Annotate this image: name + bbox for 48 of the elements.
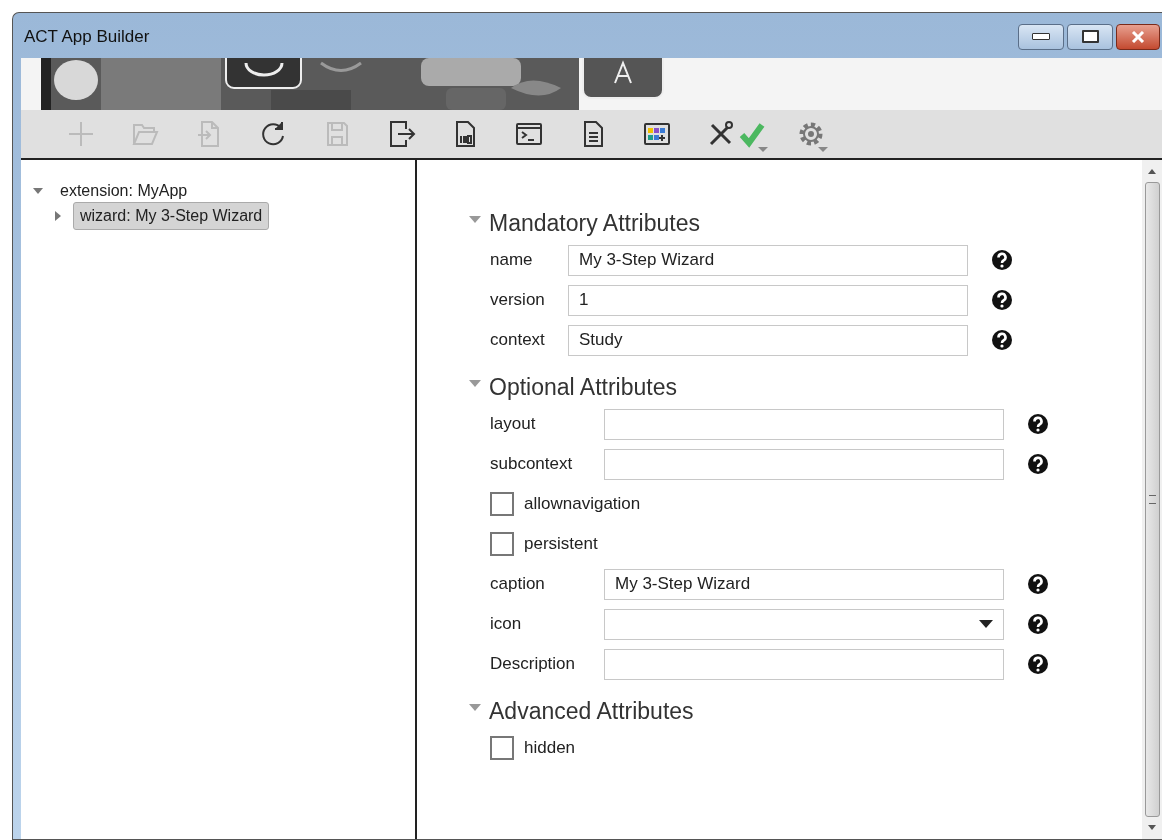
checkbox[interactable]	[490, 492, 514, 516]
scroll-up-icon[interactable]	[1147, 168, 1157, 176]
help-icon[interactable]	[1028, 414, 1048, 434]
help-icon[interactable]	[992, 330, 1012, 350]
close-button[interactable]	[1116, 23, 1160, 50]
help-icon[interactable]	[1028, 614, 1048, 634]
text-field[interactable]: My 3-Step Wizard	[568, 244, 968, 276]
checkbox[interactable]	[490, 532, 514, 556]
text-field[interactable]	[604, 648, 1004, 680]
collapse-arrow-icon[interactable]	[469, 703, 481, 713]
field-label: icon	[490, 614, 523, 634]
collapse-arrow-icon[interactable]	[469, 379, 481, 389]
help-icon[interactable]	[992, 250, 1012, 270]
scrollbar[interactable]	[1142, 160, 1162, 839]
text-field[interactable]	[604, 408, 1004, 440]
minimize-button[interactable]	[1018, 23, 1064, 50]
expand-arrow-icon[interactable]	[53, 211, 63, 221]
checkbox-label: persistent	[524, 534, 598, 554]
collapse-arrow-icon[interactable]	[33, 186, 43, 196]
help-icon[interactable]	[992, 290, 1012, 310]
section-title: Optional Attributes	[489, 373, 677, 401]
tree-item[interactable]: wizard: My 3-Step Wizard	[73, 202, 270, 230]
field-label: name	[490, 250, 534, 270]
text-field[interactable]	[604, 448, 1004, 480]
field-label: layout	[490, 414, 537, 434]
section-title: Mandatory Attributes	[489, 209, 700, 237]
caret-icon	[979, 620, 993, 628]
maximize-button[interactable]	[1067, 23, 1113, 50]
help-icon[interactable]	[1028, 654, 1048, 674]
field-label: subcontext	[490, 454, 574, 474]
field-label: Description	[490, 654, 577, 674]
text-field[interactable]: 1	[568, 284, 968, 316]
field-label: version	[490, 290, 546, 310]
section-title: Advanced Attributes	[489, 697, 694, 725]
text-field[interactable]: My 3-Step Wizard	[604, 568, 1004, 600]
collapse-arrow-icon[interactable]	[469, 215, 481, 225]
checkbox-label: hidden	[524, 738, 576, 758]
help-icon[interactable]	[1028, 574, 1048, 594]
help-icon[interactable]	[1028, 454, 1048, 474]
field-label: context	[490, 330, 546, 350]
text-field[interactable]: Study	[568, 324, 968, 356]
tree-item[interactable]: extension: MyApp	[53, 177, 195, 205]
checkbox-label: allownavigation	[524, 494, 641, 514]
checkbox[interactable]	[490, 736, 514, 760]
scroll-down-icon[interactable]	[1147, 823, 1157, 831]
close-icon	[1130, 30, 1146, 43]
window-title: ACT App Builder	[24, 25, 150, 47]
field-label: caption	[490, 574, 546, 594]
